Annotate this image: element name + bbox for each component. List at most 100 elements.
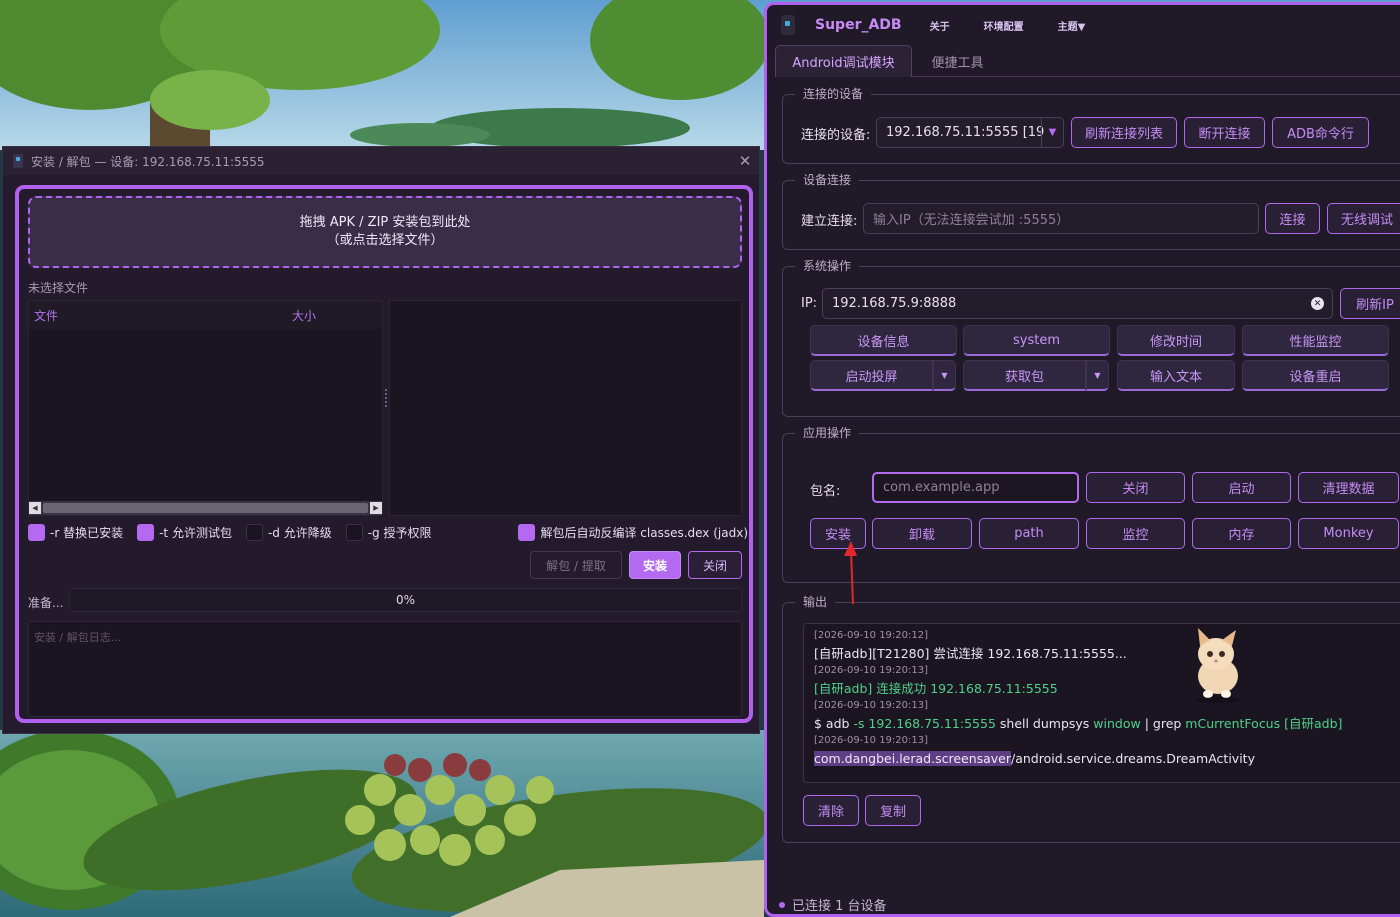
wireless-debug-button[interactable]: 无线调试 bbox=[1327, 203, 1400, 234]
device-select[interactable]: 192.168.75.11:5555 [19 ▼ bbox=[876, 117, 1064, 148]
reboot-button[interactable]: 设备重启 bbox=[1242, 360, 1389, 391]
modify-time-button[interactable]: 修改时间 bbox=[1117, 325, 1235, 356]
chevron-down-icon[interactable]: ▼ bbox=[1041, 118, 1063, 147]
menu-about[interactable]: 关于 bbox=[930, 18, 950, 33]
package-dropdown-icon[interactable]: ▼ bbox=[1086, 360, 1109, 391]
dialog-titlebar: 安装 / 解包 — 设备: 192.168.75.11:5555 ✕ bbox=[3, 147, 759, 175]
clear-icon[interactable]: ✕ bbox=[1311, 297, 1324, 310]
refresh-devices-button[interactable]: 刷新连接列表 bbox=[1071, 117, 1177, 148]
option-replace[interactable]: -r 替换已安装 bbox=[28, 523, 123, 541]
perf-monitor-button[interactable]: 性能监控 bbox=[1242, 325, 1389, 356]
log-timestamp: [2026-09-10 19:20:12] bbox=[814, 630, 929, 641]
cmd-window: window bbox=[1093, 716, 1141, 731]
device-select-value: 192.168.75.11:5555 [19 bbox=[886, 125, 1045, 140]
close-button[interactable]: 关闭 bbox=[688, 551, 742, 579]
group-app-ops: 应用操作 包名: com.example.app 关闭 启动 清理数据 安装 卸… bbox=[782, 425, 1400, 583]
cmd-grep: | grep bbox=[1140, 716, 1186, 731]
option-grant-label: -g 授予权限 bbox=[367, 525, 432, 540]
get-package-button[interactable]: 获取包 bbox=[963, 360, 1086, 391]
install-options: -r 替换已安装 -t 允许测试包 -d 允许降级 -g 授予权限 解包后自动反… bbox=[28, 522, 748, 542]
cmd-serial: -s 192.168.75.11:5555 bbox=[853, 716, 996, 731]
refresh-ip-button[interactable]: 刷新IP bbox=[1340, 288, 1400, 319]
dropzone-text: 拖拽 APK / ZIP 安装包到此处 bbox=[299, 215, 471, 230]
log-timestamp: [2026-09-10 19:20:13] bbox=[814, 735, 929, 746]
uninstall-button[interactable]: 卸载 bbox=[872, 518, 972, 549]
install-dialog: 安装 / 解包 — 设备: 192.168.75.11:5555 ✕ 拖拽 AP… bbox=[2, 146, 760, 734]
scroll-right-icon[interactable]: ▶ bbox=[370, 502, 382, 514]
menubar: Super_ADB 关于 环境配置 主题▼ bbox=[767, 5, 1400, 45]
connect-button[interactable]: 连接 bbox=[1265, 203, 1320, 234]
mirror-dropdown-icon[interactable]: ▼ bbox=[933, 360, 956, 391]
group-title: 系统操作 bbox=[795, 258, 860, 274]
option-grant[interactable]: -g 授予权限 bbox=[345, 523, 432, 541]
install-button[interactable]: 安装 bbox=[629, 551, 681, 579]
ip-input[interactable]: 192.168.75.9:8888 ✕ bbox=[822, 288, 1333, 319]
install-log[interactable]: 安装 / 解包日志... bbox=[28, 621, 742, 717]
log-timestamp: [2026-09-10 19:20:13] bbox=[814, 665, 929, 676]
input-text-button[interactable]: 输入文本 bbox=[1117, 360, 1235, 391]
option-downgrade[interactable]: -d 允许降级 bbox=[245, 523, 332, 541]
activity-text: /android.service.dreams.DreamActivity bbox=[1011, 751, 1255, 766]
ip-connect-input[interactable]: 输入IP（无法连接尝试加 :5555） bbox=[863, 203, 1259, 234]
memory-button[interactable]: 内存 bbox=[1192, 518, 1291, 549]
path-button[interactable]: path bbox=[979, 518, 1079, 549]
log-line-command: $ adb -s 192.168.75.11:5555 shell dumpsy… bbox=[814, 713, 1392, 734]
test-checkbox[interactable] bbox=[137, 523, 155, 541]
system-button[interactable]: system bbox=[963, 325, 1110, 356]
disconnect-button[interactable]: 断开连接 bbox=[1184, 117, 1265, 148]
monitor-button[interactable]: 监控 bbox=[1086, 518, 1185, 549]
app-close-button[interactable]: 关闭 bbox=[1086, 472, 1185, 503]
option-test[interactable]: -t 允许测试包 bbox=[137, 523, 232, 541]
file-detail-pane bbox=[389, 300, 742, 516]
option-downgrade-label: -d 允许降级 bbox=[267, 525, 332, 540]
cmd-prefix: $ adb bbox=[814, 716, 854, 731]
ip-label: IP: bbox=[801, 296, 818, 311]
copy-output-button[interactable]: 复制 bbox=[865, 795, 921, 826]
grant-checkbox[interactable] bbox=[345, 523, 363, 541]
column-size[interactable]: 大小 bbox=[292, 307, 316, 324]
device-info-button[interactable]: 设备信息 bbox=[810, 325, 957, 356]
option-jadx[interactable]: 解包后自动反编译 classes.dex (jadx) bbox=[518, 523, 748, 541]
device-label: 连接的设备: bbox=[801, 128, 871, 143]
tab-tools[interactable]: 便捷工具 bbox=[925, 45, 990, 77]
progress-bar: 0% bbox=[69, 588, 742, 612]
group-title: 应用操作 bbox=[795, 425, 860, 441]
status-text: 已连接 1 台设备 bbox=[792, 899, 887, 914]
file-status: 未选择文件 bbox=[28, 281, 89, 295]
package-input[interactable]: com.example.app bbox=[872, 472, 1079, 503]
cmd-shell: shell dumpsys bbox=[995, 716, 1094, 731]
group-device-connect: 设备连接 建立连接: 输入IP（无法连接尝试加 :5555） 连接 无线调试 bbox=[782, 172, 1400, 250]
menu-env-config[interactable]: 环境配置 bbox=[984, 18, 1024, 33]
log-timestamp: [2026-09-10 19:20:13] bbox=[814, 700, 929, 711]
screen-mirror-button[interactable]: 启动投屏 bbox=[810, 360, 933, 391]
dropzone-hint: （或点击选择文件） bbox=[326, 233, 444, 248]
group-system-ops: 系统操作 IP: 192.168.75.9:8888 ✕ 刷新IP 设备信息 s… bbox=[782, 258, 1400, 417]
option-test-label: -t 允许测试包 bbox=[159, 525, 232, 540]
replace-checkbox[interactable] bbox=[28, 523, 45, 541]
scroll-left-icon[interactable]: ◀ bbox=[29, 502, 41, 514]
module-tabs: Android调试模块 便捷工具 bbox=[775, 45, 1400, 77]
selected-package-text[interactable]: com.dangbei.lerad.screensaver bbox=[814, 751, 1012, 766]
file-table[interactable]: 文件 大小 ◀ ▶ bbox=[28, 300, 383, 516]
downgrade-checkbox[interactable] bbox=[245, 523, 263, 541]
horizontal-scrollbar[interactable]: ◀ ▶ bbox=[29, 501, 382, 515]
close-icon[interactable]: ✕ bbox=[731, 152, 759, 170]
menu-theme[interactable]: 主题▼ bbox=[1058, 18, 1086, 33]
monkey-button[interactable]: Monkey bbox=[1298, 518, 1399, 549]
clear-data-button[interactable]: 清理数据 bbox=[1298, 472, 1399, 503]
jadx-checkbox[interactable] bbox=[518, 523, 536, 541]
option-jadx-label: 解包后自动反编译 classes.dex (jadx) bbox=[540, 525, 748, 540]
extract-button[interactable]: 解包 / 提取 bbox=[530, 551, 622, 579]
status-dot-icon bbox=[779, 901, 785, 908]
tab-android-debug[interactable]: Android调试模块 bbox=[775, 45, 912, 77]
progress-label: 准备... bbox=[28, 596, 64, 610]
app-title: Super_ADB bbox=[815, 17, 902, 33]
clear-output-button[interactable]: 清除 bbox=[803, 795, 859, 826]
output-log[interactable]: [2026-09-10 19:20:12] [自研adb][T21280] 尝试… bbox=[803, 623, 1400, 783]
apk-dropzone[interactable]: 拖拽 APK / ZIP 安装包到此处 （或点击选择文件） bbox=[28, 196, 742, 268]
app-start-button[interactable]: 启动 bbox=[1192, 472, 1291, 503]
group-title: 输出 bbox=[795, 594, 836, 610]
scroll-thumb[interactable] bbox=[43, 503, 368, 513]
adb-cmd-button[interactable]: ADB命令行 bbox=[1272, 117, 1369, 148]
column-file[interactable]: 文件 bbox=[34, 307, 292, 324]
